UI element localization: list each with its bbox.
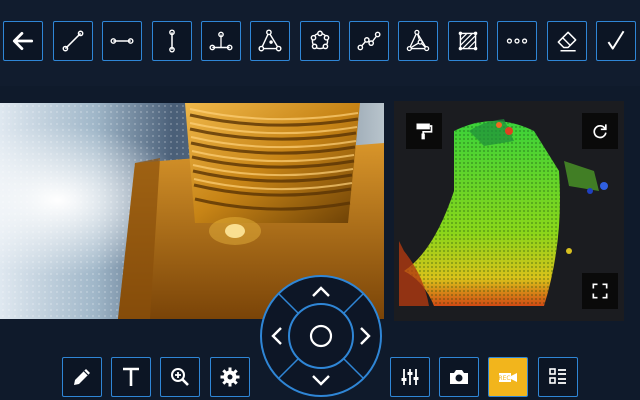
hatch-icon [458,31,478,51]
point-cloud-view[interactable] [394,101,624,321]
back-button[interactable] [3,21,43,61]
paint-roller-icon [416,123,433,140]
circle-points-icon [310,30,330,50]
text-button[interactable] [111,357,151,397]
arrow-left-icon [12,32,34,50]
direction-pad[interactable] [259,274,383,398]
circle-points-tool-button[interactable] [300,21,340,61]
zoom-button[interactable] [160,357,200,397]
more-icon [506,38,528,44]
line-tool-button[interactable] [53,21,93,61]
eraser-icon [557,31,577,52]
more-tools-button[interactable] [497,21,537,61]
point-line-icon [209,31,233,51]
triangle-points-icon [258,29,282,52]
rotate-button[interactable] [582,113,618,149]
polyline-tool-button[interactable] [349,21,389,61]
sliders-icon [401,369,419,385]
camera-icon [450,370,468,384]
svg-text:REC: REC [498,375,510,382]
text-icon [123,367,139,386]
plane-depth-tool-button[interactable] [250,21,290,61]
pencil-icon [74,369,90,385]
settings-icon [220,367,240,387]
video-record-icon: REC [498,373,517,382]
vertical-line-icon [169,29,175,53]
rotate-icon [593,124,607,139]
polyline-icon [357,31,381,51]
area-mesh-tool-button[interactable] [398,21,438,61]
line-icon [62,30,84,52]
eraser-button[interactable] [547,21,587,61]
zoom-icon [171,368,189,386]
check-icon [607,30,625,50]
list-icon [549,368,566,384]
video-record-button[interactable]: REC [488,357,528,397]
adjust-button[interactable] [390,357,430,397]
camera-button[interactable] [439,357,479,397]
point-to-line-tool-button[interactable] [201,21,241,61]
settings-button[interactable] [210,357,250,397]
paint-button[interactable] [406,113,442,149]
pencil-button[interactable] [62,357,102,397]
mesh-icon [406,29,430,52]
fullscreen-button[interactable] [582,273,618,309]
top-toolbar [0,0,640,86]
horizontal-line-tool-button[interactable] [102,21,142,61]
vertical-line-tool-button[interactable] [152,21,192,61]
fullscreen-icon [592,283,608,299]
confirm-button[interactable] [596,21,636,61]
hatch-area-tool-button[interactable] [448,21,488,61]
list-button[interactable] [538,357,578,397]
horizontal-line-icon [110,38,134,44]
